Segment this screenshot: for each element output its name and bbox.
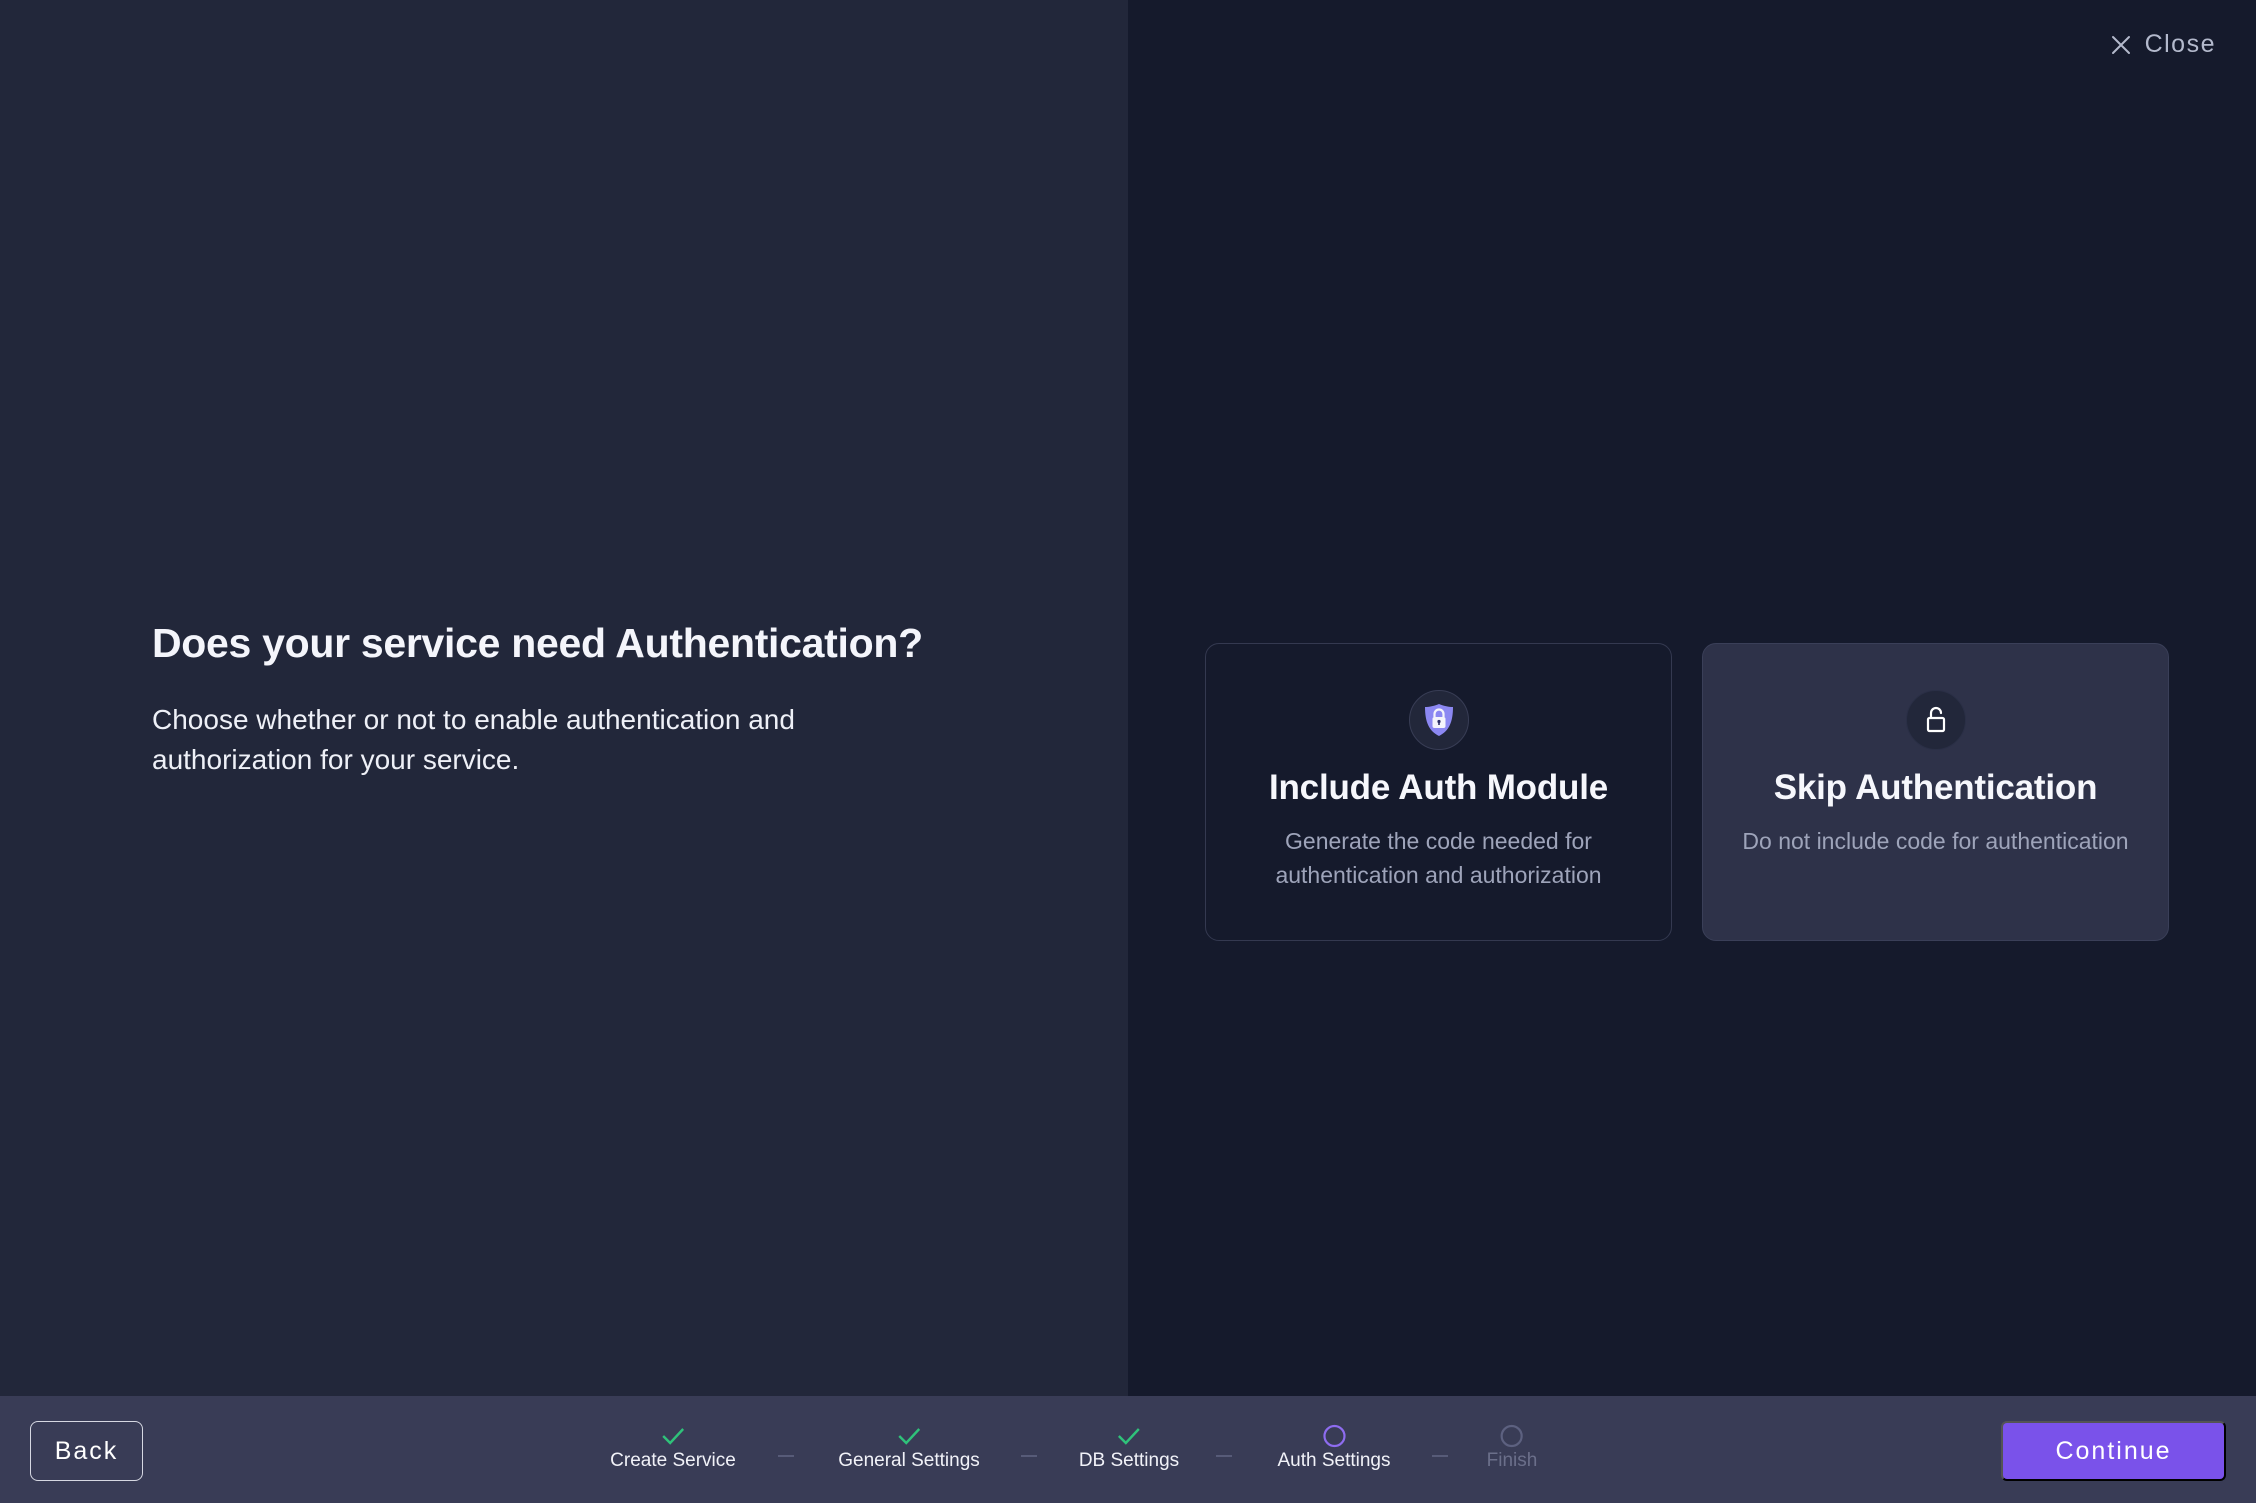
checkmark-icon (1116, 1424, 1142, 1448)
step-create-service: Create Service (610, 1424, 736, 1472)
step-label: Finish (1486, 1450, 1538, 1471)
step-separator (778, 1455, 794, 1457)
close-label: Close (2144, 30, 2216, 58)
wizard-stepper: Create Service General Settings DB Setti… (0, 1396, 2256, 1503)
step-separator (1021, 1455, 1037, 1457)
option-description: Do not include code for authentication (1742, 828, 2129, 854)
icon-badge (1408, 690, 1469, 750)
x-icon (2111, 35, 2130, 54)
circle-icon (1499, 1424, 1525, 1448)
option-card-skip-auth[interactable]: Skip Authentication Do not include code … (1702, 643, 2169, 941)
icon-badge (1905, 690, 1966, 750)
circle-icon (1321, 1424, 1347, 1448)
intro-section: Does your service need Authentication? C… (152, 614, 1052, 780)
step-general-settings: General Settings (838, 1424, 980, 1472)
close-button[interactable]: Close (2111, 30, 2216, 59)
checkmark-icon (660, 1424, 686, 1448)
step-label: Auth Settings (1277, 1450, 1391, 1471)
step-separator (1216, 1455, 1232, 1457)
step-separator (1432, 1455, 1448, 1457)
step-label: General Settings (838, 1450, 980, 1471)
option-description: Generate the code needed for authenticat… (1275, 828, 1602, 888)
unlock-icon (1926, 706, 1945, 733)
step-label: Create Service (610, 1450, 736, 1471)
page-description: Choose whether or not to enable authenti… (152, 704, 795, 775)
step-finish: Finish (1486, 1424, 1538, 1472)
checkmark-icon (896, 1424, 922, 1448)
step-label: DB Settings (1078, 1450, 1180, 1471)
option-card-include-auth[interactable]: Include Auth Module Generate the code ne… (1205, 643, 1672, 941)
option-title: Skip Authentication (1773, 768, 2098, 807)
shield-lock-icon (1424, 704, 1453, 736)
continue-button[interactable]: Continue (2001, 1421, 2226, 1481)
step-db-settings: DB Settings (1079, 1424, 1179, 1472)
wizard-footer: Back Create Service General Settings DB … (0, 1396, 2256, 1503)
step-auth-settings: Auth Settings (1277, 1424, 1391, 1472)
page-title: Does your service need Authentication? (152, 620, 923, 666)
left-panel: Does your service need Authentication? C… (0, 0, 1128, 1396)
option-title: Include Auth Module (1268, 768, 1609, 807)
